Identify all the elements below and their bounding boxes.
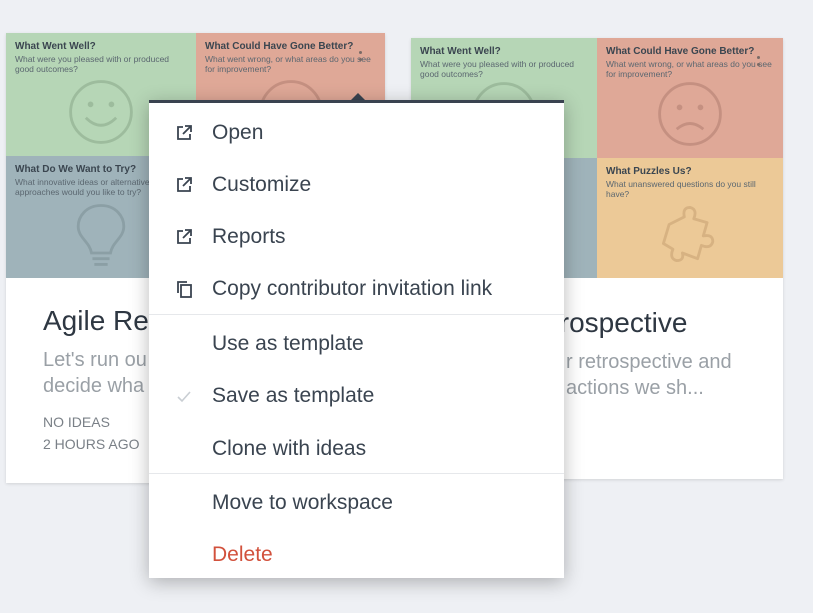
card-more-icon[interactable] xyxy=(757,56,761,74)
quadrant-title: What Could Have Gone Better? xyxy=(205,41,354,52)
menu-item-label: Move to workspace xyxy=(212,491,393,514)
external-link-icon xyxy=(175,124,193,142)
quadrant-title: What Could Have Gone Better? xyxy=(606,46,755,57)
frown-icon xyxy=(652,76,728,152)
copy-icon xyxy=(175,280,193,298)
card-description-line: actions we sh... xyxy=(566,377,704,399)
external-link-icon xyxy=(175,228,193,246)
checkmark-icon xyxy=(175,387,193,405)
menu-item-label: Reports xyxy=(212,225,286,248)
quadrant-description: What were you pleased with or produced g… xyxy=(15,54,170,74)
menu-item-open[interactable]: Open xyxy=(149,107,564,159)
menu-item-label: Delete xyxy=(212,543,273,566)
external-link-icon xyxy=(175,176,193,194)
menu-divider xyxy=(149,473,564,474)
smiley-icon xyxy=(63,74,139,150)
menu-item-label: Save as template xyxy=(212,384,375,407)
menu-item-copy-invitation-link[interactable]: Copy contributor invitation link xyxy=(149,263,564,315)
quadrant-title: What Puzzles Us? xyxy=(606,166,692,177)
quadrant-title: What Went Well? xyxy=(15,41,96,52)
puzzle-icon xyxy=(652,196,728,272)
card-description-line: r retrospective and xyxy=(566,351,732,373)
card-context-menu: Open Customize Reports Copy contributor … xyxy=(149,100,564,578)
card-description: r retrospective and actions we sh... xyxy=(566,349,763,401)
card-title: trospective xyxy=(552,307,688,338)
menu-item-label: Customize xyxy=(212,173,312,196)
menu-item-label: Open xyxy=(212,121,264,144)
menu-item-label: Copy contributor invitation link xyxy=(212,277,493,300)
menu-item-use-as-template[interactable]: Use as template xyxy=(149,318,564,370)
menu-item-save-as-template[interactable]: Save as template xyxy=(149,370,564,422)
menu-item-move-to-workspace[interactable]: Move to workspace xyxy=(149,477,564,529)
card-more-icon[interactable] xyxy=(359,51,363,69)
menu-item-customize[interactable]: Customize xyxy=(149,159,564,211)
menu-item-label: Clone with ideas xyxy=(212,437,367,460)
menu-item-clone-with-ideas[interactable]: Clone with ideas xyxy=(149,423,564,475)
quadrant-title: What Went Well? xyxy=(420,46,501,57)
menu-item-delete[interactable]: Delete xyxy=(149,529,564,581)
quadrant-description: What went wrong, or what areas do you se… xyxy=(205,54,371,74)
menu-pointer xyxy=(351,93,365,100)
quadrant-could-be-better: What Could Have Gone Better? What went w… xyxy=(597,38,783,158)
menu-item-label: Use as template xyxy=(212,332,364,355)
lightbulb-icon xyxy=(63,196,139,272)
quadrant-puzzles: What Puzzles Us? What unanswered questio… xyxy=(597,158,783,278)
menu-item-reports[interactable]: Reports xyxy=(149,211,564,263)
menu-divider xyxy=(149,314,564,315)
